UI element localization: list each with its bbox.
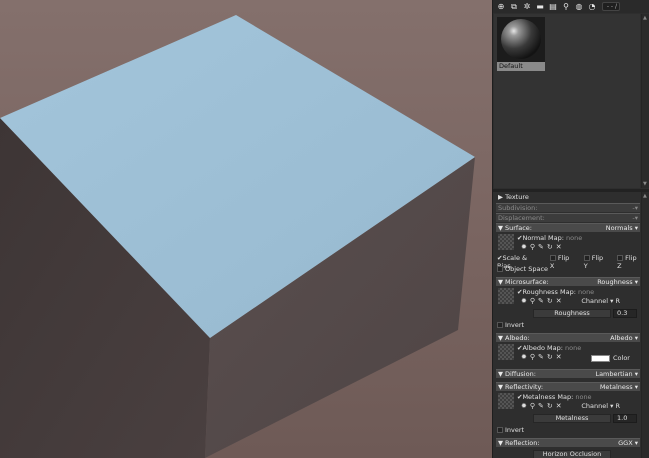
- normal-map-thumbnail[interactable]: [498, 234, 514, 250]
- roughness-map-thumbnail[interactable]: [498, 288, 514, 304]
- metalness-value[interactable]: 1.0: [613, 414, 637, 423]
- roughness-value[interactable]: 0.3: [613, 309, 637, 318]
- surface-section[interactable]: ▼ Surface: Normals ▾: [496, 223, 640, 232]
- albedo-map-label: ✔Albedo Map: none: [517, 344, 582, 352]
- diffusion-section[interactable]: ▼ Diffusion: Lambertian ▾: [496, 369, 640, 378]
- library-toolbar: ⊕ ⧉ ✲ ▬ ▤ ⚲ ◍ ◔ - - /: [493, 0, 649, 13]
- roughness-map-label: ✔Roughness Map: none: [517, 288, 595, 296]
- metalness-map-thumbnail[interactable]: [498, 393, 514, 409]
- microsurface-section[interactable]: ▼ Microsurface: Roughness ▾: [496, 277, 640, 286]
- material-library: Default: [494, 14, 640, 188]
- settings-alt-icon[interactable]: ◔: [587, 2, 597, 12]
- share-icon[interactable]: ⚲: [561, 2, 571, 12]
- metalness-map-tools: ✹ ⚲ ✎ ↻ ✕: [521, 402, 562, 410]
- metalness-channel-select[interactable]: Channel ▾ R: [581, 402, 620, 410]
- reflectivity-section[interactable]: ▼ Reflectivity: Metalness ▾: [496, 382, 640, 391]
- reload-icon[interactable]: ↻: [547, 297, 553, 305]
- collapse-arrow-icon: ▼: [498, 439, 503, 447]
- material-thumbnail[interactable]: Default: [497, 17, 545, 72]
- reload-icon[interactable]: ↻: [547, 402, 553, 410]
- close-icon[interactable]: ✕: [556, 353, 562, 361]
- collapse-arrow-icon: ▼: [498, 278, 503, 286]
- search-icon[interactable]: ⚲: [530, 353, 535, 361]
- flip-x-checkbox[interactable]: Flip X: [549, 254, 575, 270]
- collapse-arrow-icon: ▼: [498, 383, 503, 391]
- albedo-map-tools: ✹ ⚲ ✎ ↻ ✕: [521, 353, 562, 361]
- material-preview-sphere: [497, 17, 545, 62]
- normal-map-label: ✔Normal Map: none: [517, 234, 583, 242]
- close-icon[interactable]: ✕: [556, 402, 562, 410]
- pencil-icon[interactable]: ✎: [538, 297, 544, 305]
- library-search-field[interactable]: - - /: [602, 2, 620, 11]
- viewport-3d[interactable]: [0, 0, 492, 458]
- reload-icon[interactable]: ↻: [547, 243, 553, 251]
- flip-z-checkbox[interactable]: Flip Z: [617, 254, 642, 270]
- folder-icon[interactable]: ▬: [535, 2, 545, 12]
- collapse-arrow-icon: ▼: [498, 370, 503, 378]
- displacement-section[interactable]: Displacement: -▾: [496, 213, 640, 222]
- properties-scrollbar[interactable]: ▲: [641, 192, 649, 458]
- albedo-map-thumbnail[interactable]: [498, 344, 514, 360]
- roughness-map-tools: ✹ ⚲ ✎ ↻ ✕: [521, 297, 562, 305]
- material-name: Default: [497, 62, 545, 71]
- roughness-channel-select[interactable]: Channel ▾ R: [581, 297, 620, 305]
- reflection-section[interactable]: ▼ Reflection: GGX ▾: [496, 438, 640, 447]
- gear-icon[interactable]: ✹: [521, 243, 527, 251]
- scroll-down-icon[interactable]: ▼: [643, 181, 648, 187]
- roughness-invert-checkbox[interactable]: Invert: [497, 321, 524, 329]
- metalness-invert-checkbox[interactable]: Invert: [497, 426, 524, 434]
- pencil-icon[interactable]: ✎: [538, 402, 544, 410]
- dropdown-icon: -▾: [632, 214, 638, 222]
- material-panel: ⊕ ⧉ ✲ ▬ ▤ ⚲ ◍ ◔ - - / Default ▲ ▼ ▶ Text…: [492, 0, 649, 458]
- delete-icon[interactable]: ▤: [548, 2, 558, 12]
- subdivision-section[interactable]: Subdivision: -▾: [496, 203, 640, 212]
- gear-icon[interactable]: ✹: [521, 297, 527, 305]
- scroll-up-icon[interactable]: ▲: [643, 193, 648, 199]
- metalness-slider[interactable]: Metalness: [533, 414, 611, 423]
- settings-icon[interactable]: ✲: [522, 2, 532, 12]
- albedo-color-swatch[interactable]: [591, 355, 610, 362]
- globe-icon[interactable]: ◍: [574, 2, 584, 12]
- horizon-occlusion-slider[interactable]: Horizon Occlusion: [533, 450, 611, 458]
- library-scrollbar[interactable]: ▲ ▼: [641, 14, 649, 188]
- close-icon[interactable]: ✕: [556, 297, 562, 305]
- pencil-icon[interactable]: ✎: [538, 243, 544, 251]
- normal-map-tools: ✹ ⚲ ✎ ↻ ✕: [521, 243, 562, 251]
- search-icon[interactable]: ⚲: [530, 402, 535, 410]
- pencil-icon[interactable]: ✎: [538, 353, 544, 361]
- albedo-color-label: Color: [613, 354, 630, 362]
- search-icon[interactable]: ⚲: [530, 297, 535, 305]
- gear-icon[interactable]: ✹: [521, 353, 527, 361]
- metalness-map-label: ✔Metalness Map: none: [517, 393, 592, 401]
- cube-render: [0, 15, 475, 458]
- material-properties: ▶ Texture Subdivision: -▾ Displacement: -▾…: [493, 192, 642, 458]
- reload-icon[interactable]: ↻: [547, 353, 553, 361]
- albedo-section[interactable]: ▼ Albedo: Albedo ▾: [496, 333, 640, 342]
- add-icon[interactable]: ⊕: [496, 2, 506, 12]
- collapse-arrow-icon: ▼: [498, 224, 503, 232]
- scroll-up-icon[interactable]: ▲: [643, 15, 648, 21]
- app-window: ⊕ ⧉ ✲ ▬ ▤ ⚲ ◍ ◔ - - / Default ▲ ▼ ▶ Text…: [0, 0, 649, 458]
- flip-y-checkbox[interactable]: Flip Y: [583, 254, 608, 270]
- roughness-slider[interactable]: Roughness: [533, 309, 611, 318]
- texture-section[interactable]: ▶ Texture: [496, 193, 640, 202]
- dropdown-icon: -▾: [632, 204, 638, 212]
- duplicate-icon[interactable]: ⧉: [509, 2, 519, 12]
- close-icon[interactable]: ✕: [556, 243, 562, 251]
- collapse-arrow-icon: ▼: [498, 334, 503, 342]
- search-icon[interactable]: ⚲: [530, 243, 535, 251]
- object-space-checkbox[interactable]: Object Space: [497, 265, 548, 273]
- gear-icon[interactable]: ✹: [521, 402, 527, 410]
